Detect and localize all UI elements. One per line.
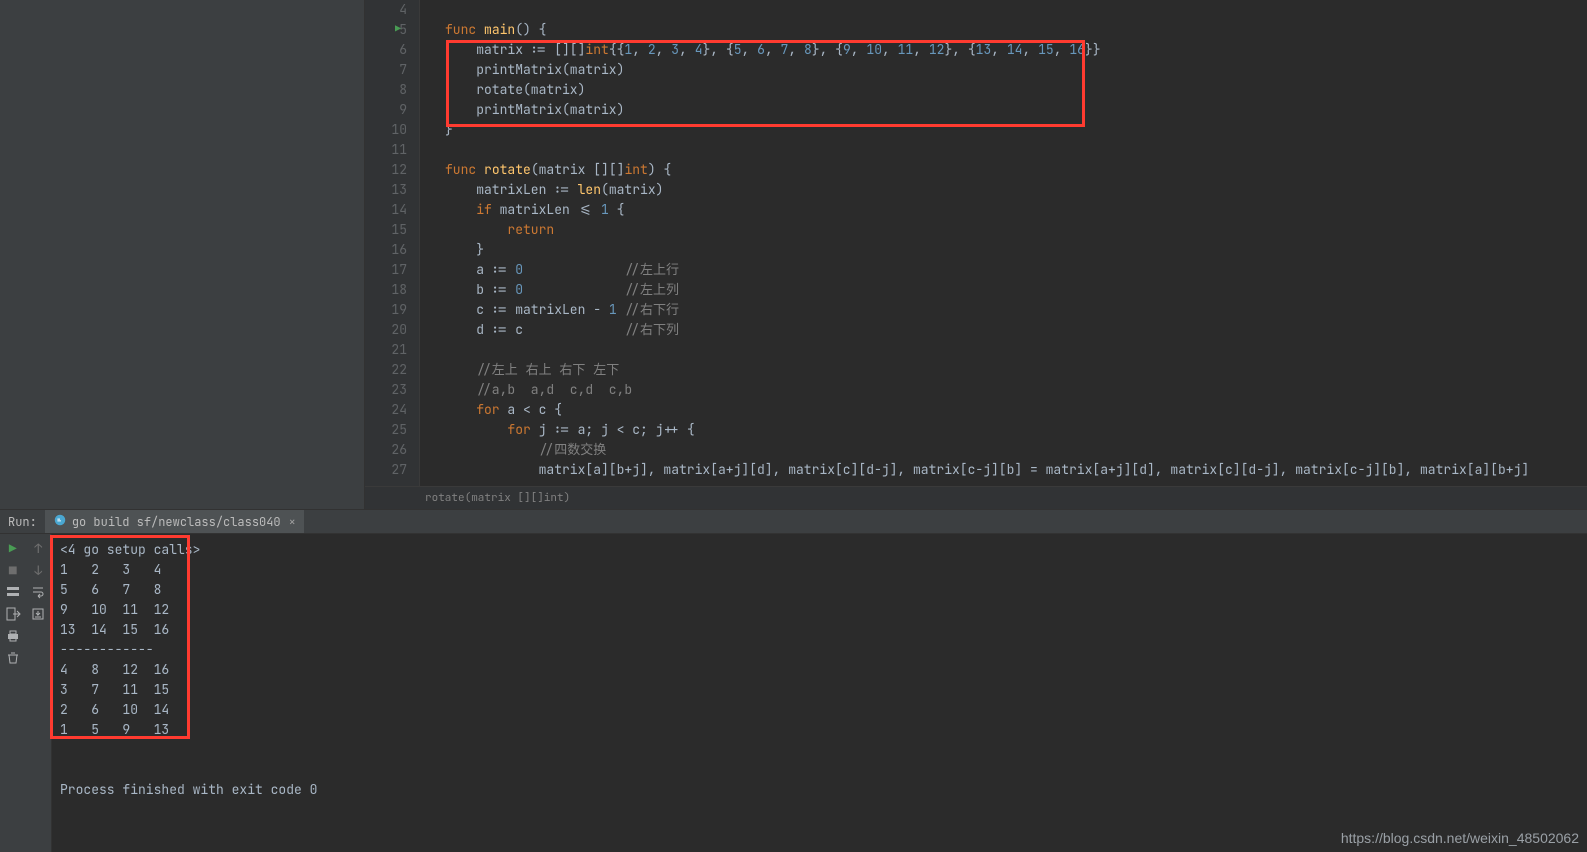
run-label: Run: [0,514,45,530]
highlight-box-console [50,535,190,739]
exit-icon[interactable] [5,606,21,622]
run-tab-label: go build sf/newclass/class040 [72,514,281,530]
run-gutter-icon[interactable]: ▶ [395,22,401,35]
console-output[interactable]: <4 go setup calls> 1 2 3 4 5 6 7 8 9 10 … [52,534,1587,852]
highlight-box-editor [446,40,1085,127]
stop-icon[interactable]: ■ [5,562,21,578]
close-icon[interactable]: × [289,514,296,530]
run-tool-window: Run: go build sf/newclass/class040 × ▶ ■ [0,509,1587,852]
run-tab[interactable]: go build sf/newclass/class040 × [45,510,304,533]
run-header: Run: go build sf/newclass/class040 × [0,510,1587,534]
run-toolbar: ▶ ■ ↑ ↓ [0,534,52,852]
watermark: https://blog.csdn.net/weixin_48502062 [1341,830,1579,846]
softwrap-icon[interactable] [30,584,46,600]
up-icon[interactable]: ↑ [30,540,46,556]
trash-icon[interactable] [5,650,21,666]
line-gutter: 4567891011121314151617181920212223242526… [365,0,420,486]
print-icon[interactable] [5,628,21,644]
down-icon[interactable]: ↓ [30,562,46,578]
scroll-end-icon[interactable] [30,606,46,622]
breadcrumb[interactable]: rotate(matrix [][]int) [365,486,1587,509]
go-icon [53,513,67,531]
layout-icon[interactable] [5,584,21,600]
rerun-icon[interactable]: ▶ [5,540,21,556]
project-tool-pane[interactable] [0,0,365,509]
